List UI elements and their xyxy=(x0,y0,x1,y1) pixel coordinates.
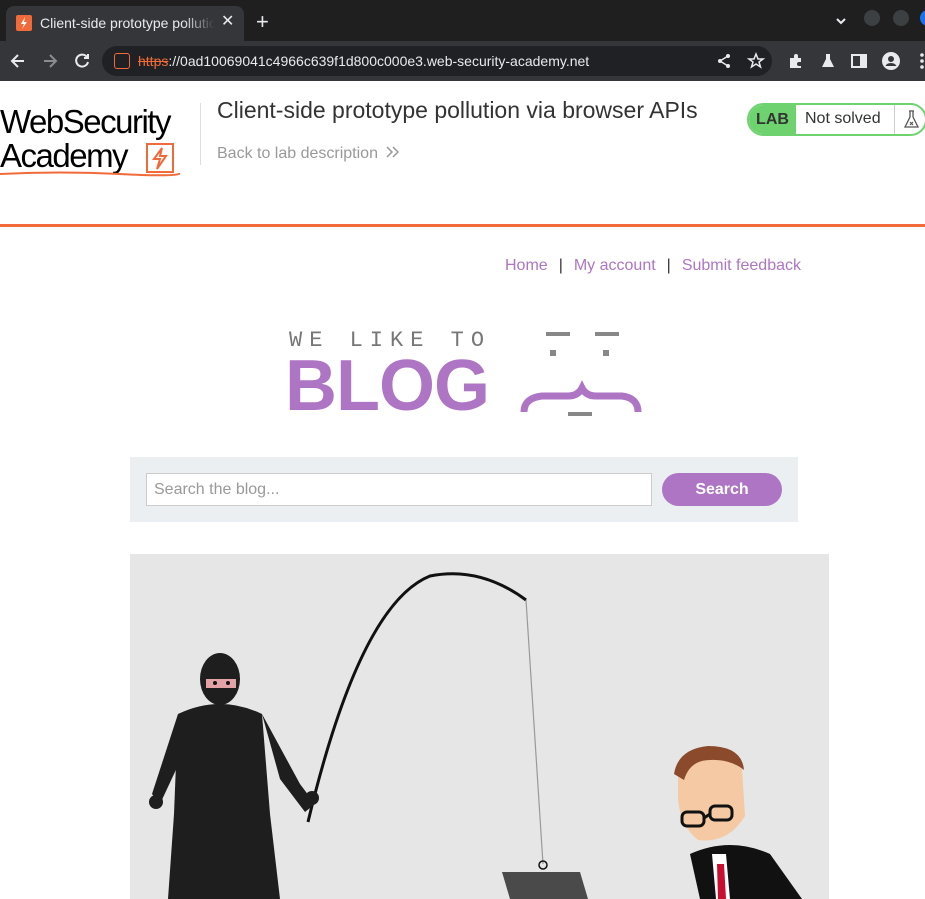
my-account-link[interactable]: My account xyxy=(574,257,656,274)
reload-icon[interactable] xyxy=(72,51,92,71)
lab-header: WebSecurity Academy Client-side prototyp… xyxy=(0,81,925,227)
bookmark-star-icon[interactable] xyxy=(746,51,766,71)
address-bar[interactable]: https://0ad10069041c4966c639f1d800c000e3… xyxy=(102,46,772,76)
browser-tab[interactable]: Client-side prototype pollution via brow… xyxy=(6,6,244,41)
phishing-illustration xyxy=(149,572,802,899)
nav-separator: | xyxy=(666,257,671,274)
labs-flask-icon[interactable] xyxy=(818,51,838,71)
logo-line-2: Academy xyxy=(0,137,129,174)
extensions-puzzle-icon[interactable] xyxy=(786,51,806,71)
home-link[interactable]: Home xyxy=(505,257,548,274)
submit-feedback-link[interactable]: Submit feedback xyxy=(682,257,801,274)
blog-wordmark: BLOG xyxy=(285,346,490,426)
share-icon[interactable] xyxy=(714,51,734,71)
search-button[interactable]: Search xyxy=(662,473,782,506)
curly-brace-face-icon xyxy=(520,332,642,416)
chevron-down-icon[interactable] xyxy=(834,14,848,28)
lab-badge: LAB xyxy=(749,105,796,134)
url-scheme: https xyxy=(138,53,169,69)
maximize-window-button[interactable] xyxy=(893,10,909,26)
double-chevron-right-icon xyxy=(386,146,400,158)
back-link-text: Back to lab description xyxy=(217,145,378,162)
browser-tab-bar: Client-side prototype pollution via brow… xyxy=(0,0,925,41)
back-arrow-icon[interactable] xyxy=(8,51,28,71)
side-panel-icon[interactable] xyxy=(849,51,869,71)
logo-line-1: WebSecurity xyxy=(0,103,171,140)
lab-status-text: Not solved xyxy=(805,110,881,127)
new-tab-button[interactable]: + xyxy=(256,11,269,33)
lab-status-widget: LAB Not solved xyxy=(747,103,925,136)
url-text: https://0ad10069041c4966c639f1d800c000e3… xyxy=(138,53,589,69)
top-navigation: Home | My account | Submit feedback xyxy=(505,257,801,275)
portswigger-favicon-icon xyxy=(16,15,32,31)
logo-bolt-icon xyxy=(146,143,174,173)
blog-logo: WE LIKE TO BLOG xyxy=(285,322,645,424)
search-input[interactable] xyxy=(146,473,652,506)
close-tab-icon[interactable]: ✕ xyxy=(221,14,234,30)
header-divider xyxy=(200,103,201,165)
back-to-lab-description-link[interactable]: Back to lab description xyxy=(217,145,400,163)
site-security-icon[interactable] xyxy=(114,53,130,69)
logo-underline xyxy=(0,171,180,177)
more-menu-icon[interactable] xyxy=(912,51,925,71)
profile-avatar-icon[interactable] xyxy=(881,51,901,71)
web-security-academy-logo[interactable]: WebSecurity Academy xyxy=(0,103,200,177)
search-panel: Search xyxy=(130,457,798,522)
minimize-window-button[interactable] xyxy=(864,10,880,26)
browser-toolbar: https://0ad10069041c4966c639f1d800c000e3… xyxy=(0,41,925,81)
forward-arrow-icon[interactable] xyxy=(40,51,60,71)
url-host: ://0ad10069041c4966c639f1d800c000e3.web-… xyxy=(168,53,590,69)
tab-title: Client-side prototype pollution via brow… xyxy=(40,15,215,31)
nav-separator: | xyxy=(558,257,563,274)
close-window-button[interactable] xyxy=(920,10,925,26)
lab-title: Client-side prototype pollution via brow… xyxy=(217,97,698,123)
blog-post-image[interactable] xyxy=(130,554,829,899)
lab-flask-icon xyxy=(894,105,925,134)
